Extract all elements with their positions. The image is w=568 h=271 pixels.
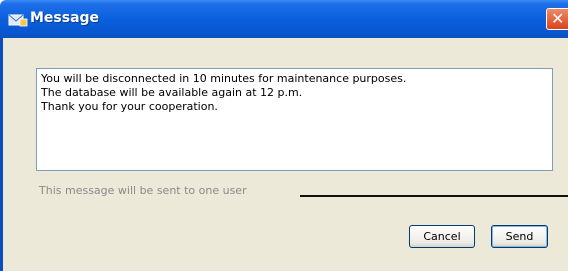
message-line: Thank you for your cooperation. — [41, 100, 218, 113]
window-title: Message — [30, 10, 100, 26]
dialog-body: You will be disconnected in 10 minutes f… — [0, 38, 568, 271]
message-line: You will be disconnected in 10 minutes f… — [41, 72, 407, 85]
title-bar[interactable]: Message ✕ — [0, 0, 568, 38]
close-icon: ✕ — [551, 9, 565, 28]
message-app-icon — [8, 12, 28, 27]
send-button[interactable]: Send — [491, 225, 548, 248]
callout-line — [300, 195, 568, 197]
recipient-status-text: This message will be sent to one user — [39, 184, 247, 197]
message-textarea[interactable]: You will be disconnected in 10 minutes f… — [36, 68, 553, 171]
cancel-button[interactable]: Cancel — [409, 225, 475, 248]
message-dialog: Message ✕ You will be disconnected in 10… — [0, 0, 568, 271]
message-line: The database will be available again at … — [41, 86, 303, 99]
close-button[interactable]: ✕ — [546, 8, 568, 30]
